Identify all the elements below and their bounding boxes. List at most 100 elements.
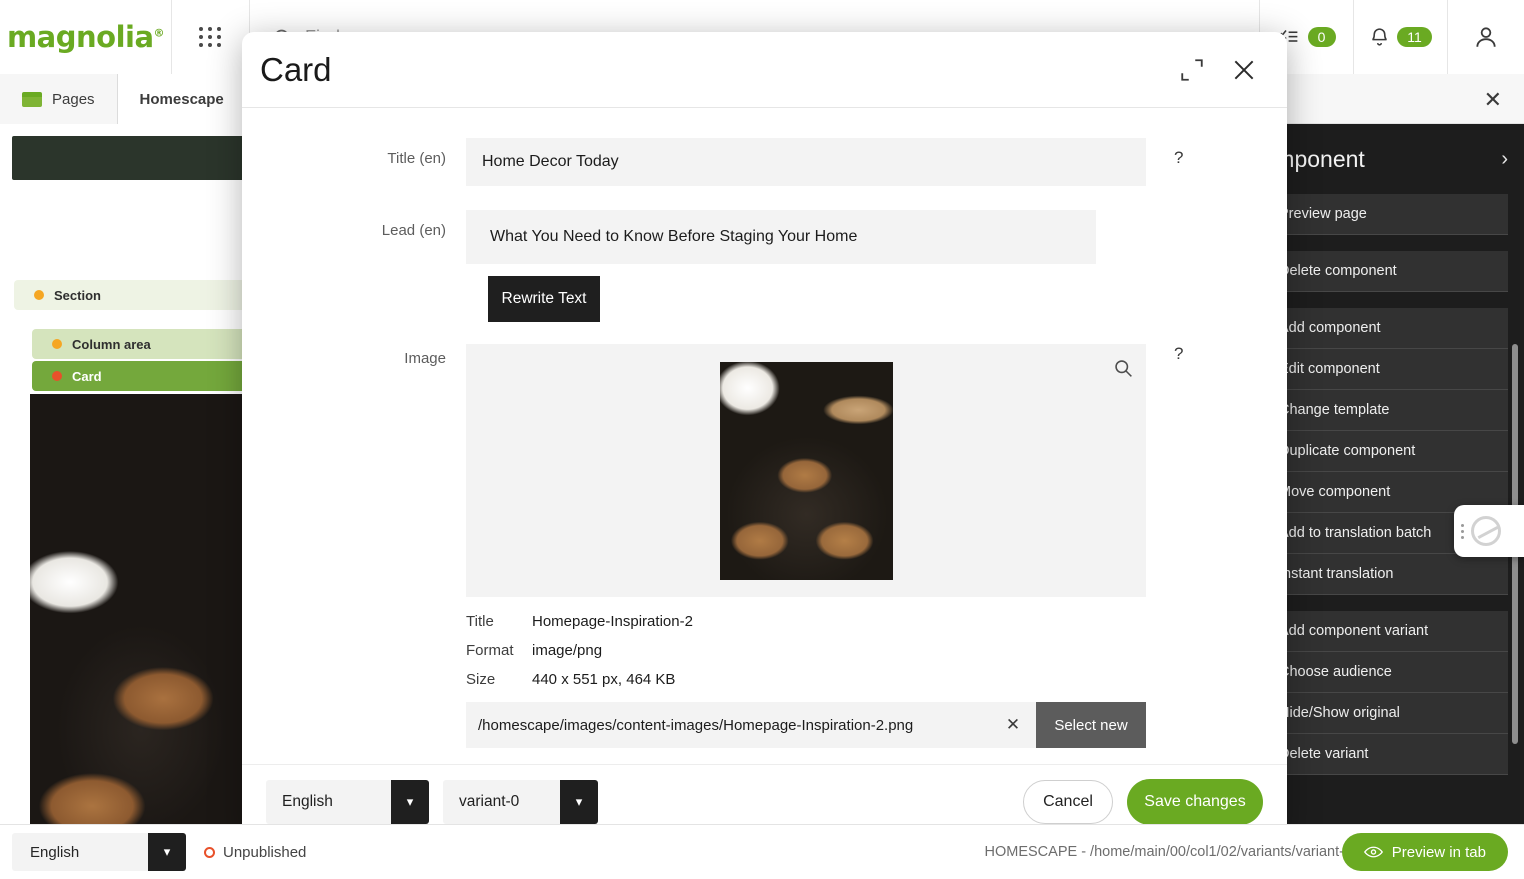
notifications-button[interactable]: 11 [1354, 0, 1448, 74]
bell-icon [1369, 26, 1390, 48]
status-path: HOMESCAPE - /home/main/00/col1/02/varian… [985, 844, 1352, 860]
tree-item-column-area[interactable]: Column area [32, 329, 252, 359]
tree-item-section-label: Section [54, 288, 101, 303]
magnifier-icon[interactable] [1113, 358, 1134, 384]
close-icon[interactable] [1231, 57, 1257, 83]
tree-item-column-area-label: Column area [72, 337, 151, 352]
menu-label: Duplicate component [1279, 443, 1415, 459]
user-avatar-icon [1473, 24, 1499, 50]
cancel-button[interactable]: Cancel [1023, 780, 1113, 824]
menu-group-divider [1279, 235, 1508, 251]
image-path-value: /homescape/images/content-images/Homepag… [466, 717, 990, 734]
status-language-value: English [12, 833, 148, 871]
card-edit-dialog: Card Title (en) Home Decor Today ? Lead … [242, 32, 1287, 838]
dialog-header: Card [242, 32, 1287, 108]
menu-label: Hide/Show original [1279, 705, 1400, 721]
menu-label: Move component [1279, 484, 1390, 500]
rewrite-text-button[interactable]: Rewrite Text [488, 276, 600, 322]
tasks-count-badge: 0 [1308, 27, 1336, 47]
status-language-select[interactable]: English ▾ [12, 833, 186, 871]
menu-item-instant-translation[interactable]: Instant translation [1279, 554, 1508, 595]
pages-icon [22, 92, 42, 107]
preview-in-tab-button[interactable]: Preview in tab [1342, 833, 1508, 871]
tree-item-section[interactable]: Section [14, 280, 252, 310]
footer-language-select[interactable]: English ▾ [266, 780, 429, 824]
tab-pages[interactable]: Pages [0, 74, 118, 124]
chevron-right-icon[interactable]: › [1501, 148, 1508, 171]
chevron-down-icon[interactable]: ▾ [148, 833, 186, 871]
magnolia-logo[interactable]: magnolia® [0, 0, 172, 74]
image-metadata-list: Title Homepage-Inspiration-2 Format imag… [466, 613, 1287, 688]
component-context-panel: component › Preview page Delete componen… [1279, 124, 1524, 824]
footer-language-value: English [266, 780, 391, 824]
notifications-count-badge: 11 [1397, 27, 1432, 47]
status-ring-icon [204, 847, 215, 858]
menu-label: Add to translation batch [1279, 525, 1431, 541]
context-menu-list: Preview page Delete component Add compon… [1279, 194, 1524, 775]
context-panel-title: component [1279, 146, 1365, 173]
menu-item-edit-component[interactable]: Edit component [1279, 349, 1508, 390]
image-help-icon[interactable]: ? [1174, 344, 1183, 364]
title-input[interactable]: Home Decor Today [466, 138, 1146, 186]
title-field-label: Title (en) [242, 138, 466, 167]
image-thumbnail [720, 362, 893, 580]
lead-input[interactable]: What You Need to Know Before Staging You… [466, 210, 1096, 264]
metadata-value: Homepage-Inspiration-2 [532, 613, 693, 630]
preview-in-tab-label: Preview in tab [1392, 844, 1486, 861]
menu-item-preview-page[interactable]: Preview page [1279, 194, 1508, 235]
menu-label: Instant translation [1279, 566, 1393, 582]
drag-handle-icon[interactable] [1461, 524, 1464, 539]
menu-label: Add component variant [1279, 623, 1428, 639]
menu-label: Delete component [1279, 263, 1397, 279]
menu-label: Edit component [1279, 361, 1380, 377]
tree-item-card[interactable]: Card ┣ [32, 361, 252, 391]
menu-item-change-template[interactable]: Change template [1279, 390, 1508, 431]
menu-item-delete-variant[interactable]: Delete variant [1279, 734, 1508, 775]
menu-item-choose-audience[interactable]: Choose audience [1279, 652, 1508, 693]
status-dot-icon [52, 339, 62, 349]
brand-trademark: ® [154, 26, 165, 39]
metadata-row: Title Homepage-Inspiration-2 [466, 613, 1287, 630]
no-entry-icon [1471, 516, 1501, 546]
footer-variant-select[interactable]: variant-0 ▾ [443, 780, 598, 824]
menu-item-duplicate-component[interactable]: Duplicate component [1279, 431, 1508, 472]
field-row-title: Title (en) Home Decor Today ? [242, 138, 1287, 186]
apps-grid-button[interactable] [172, 0, 250, 74]
expand-icon[interactable] [1179, 57, 1205, 83]
page-tree-pane: Section Column area Card ┣ [0, 124, 252, 824]
clear-path-icon[interactable]: ✕ [990, 715, 1036, 735]
brand-name: magnolia [7, 20, 154, 54]
select-new-button[interactable]: Select new [1036, 702, 1146, 748]
menu-item-hide-show-original[interactable]: Hide/Show original [1279, 693, 1508, 734]
menu-label: Preview page [1279, 206, 1367, 222]
image-field-label: Image [242, 344, 466, 367]
page-preview-image [30, 394, 252, 824]
lead-field-label: Lead (en) [242, 210, 466, 239]
menu-item-add-component-variant[interactable]: Add component variant [1279, 611, 1508, 652]
grid-apps-icon [199, 27, 222, 47]
title-input-value: Home Decor Today [482, 153, 619, 171]
image-path-field[interactable]: /homescape/images/content-images/Homepag… [466, 702, 1146, 748]
chevron-down-icon[interactable]: ▾ [391, 780, 429, 824]
image-preview-box[interactable] [466, 344, 1146, 597]
save-changes-button[interactable]: Save changes [1127, 779, 1263, 825]
metadata-key: Size [466, 671, 532, 688]
metadata-value: image/png [532, 642, 602, 659]
title-help-icon[interactable]: ? [1174, 138, 1183, 168]
page-hero-banner [12, 136, 252, 180]
user-menu-button[interactable] [1448, 0, 1524, 74]
bottom-status-bar: English ▾ Unpublished HOMESCAPE - /home/… [0, 824, 1524, 879]
status-dot-icon [34, 290, 44, 300]
chevron-down-icon[interactable]: ▾ [560, 780, 598, 824]
variant-status-chip[interactable] [1454, 505, 1524, 557]
tree-item-card-label: Card [72, 369, 102, 384]
field-row-lead: Lead (en) What You Need to Know Before S… [242, 210, 1287, 264]
metadata-key: Format [466, 642, 532, 659]
menu-item-add-component[interactable]: Add component [1279, 308, 1508, 349]
menu-item-delete-component[interactable]: Delete component [1279, 251, 1508, 292]
metadata-key: Title [466, 613, 532, 630]
tab-homescape[interactable]: Homescape [118, 74, 247, 124]
metadata-row: Size 440 x 551 px, 464 KB [466, 671, 1287, 688]
menu-label: Delete variant [1279, 746, 1368, 762]
close-icon[interactable]: ✕ [1484, 87, 1502, 113]
